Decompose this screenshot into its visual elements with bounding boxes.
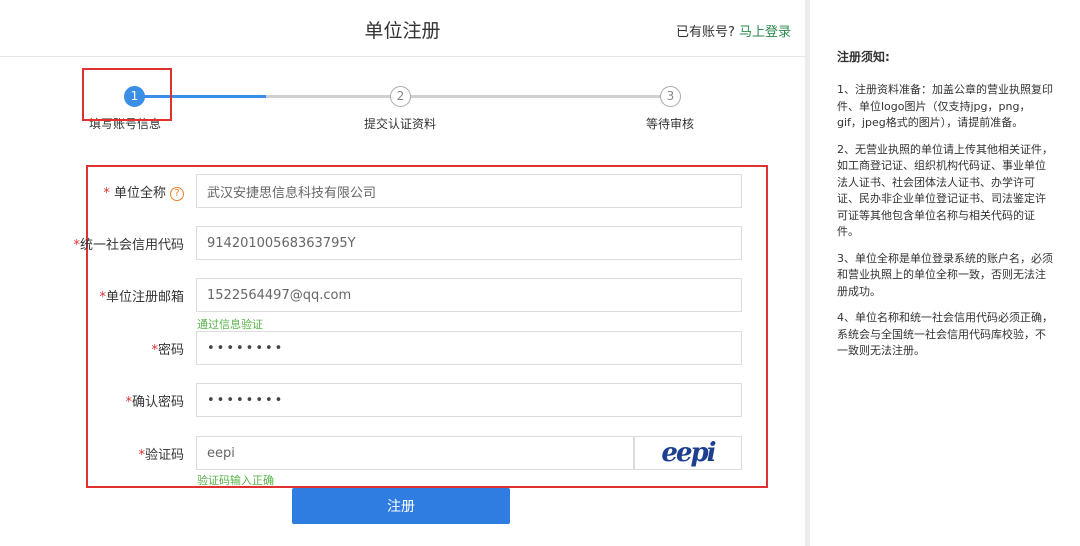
question-icon[interactable]: ? [170, 187, 184, 201]
company-name-row: * 单位全称? [0, 173, 805, 209]
notice-item: 1、注册资料准备：加盖公章的营业执照复印件、单位logo图片（仅支持jpg，pn… [837, 83, 1053, 129]
page-header: 单位注册 已有账号? 马上登录 [0, 0, 805, 57]
step-highlight-box [82, 68, 172, 121]
captcha-row: *验证码 eepi [0, 435, 805, 471]
login-link[interactable]: 马上登录 [739, 25, 791, 40]
confirm-password-row: *确认密码 [0, 382, 805, 418]
captcha-image[interactable]: eepi [634, 436, 742, 470]
email-label: *单位注册邮箱 [99, 290, 184, 305]
notice-panel: 注册须知: 1、注册资料准备：加盖公章的营业执照复印件、单位logo图片（仅支持… [810, 0, 1080, 546]
password-label: *密码 [151, 343, 184, 358]
step-line-pending [266, 95, 670, 98]
company-name-input[interactable] [196, 174, 742, 208]
register-button[interactable]: 注册 [292, 488, 510, 524]
credit-code-row: *统一社会信用代码 [0, 225, 805, 261]
notice-item: 3、单位全称是单位登录系统的账户名，必须和营业执照上的单位全称一致，否则无法注册… [837, 251, 1053, 298]
login-prompt: 已有账号? [675, 25, 735, 40]
credit-code-input[interactable] [196, 226, 742, 260]
notice-title: 注册须知: [837, 50, 890, 64]
notice-item: 4、单位名称和统一社会信用代码必须正确，系统会与全国统一社会信用代码库校验，不一… [837, 311, 1053, 357]
step-3-circle: 3 [660, 86, 681, 107]
password-input[interactable] [196, 331, 742, 365]
email-input[interactable] [196, 278, 742, 312]
step-2-label: 提交认证资料 [363, 117, 436, 131]
captcha-validation-message: 验证码输入正确 [197, 474, 274, 487]
credit-code-label: *统一社会信用代码 [73, 238, 184, 253]
step-2-circle: 2 [390, 86, 411, 107]
captcha-input[interactable] [196, 436, 634, 470]
confirm-password-input[interactable] [196, 383, 742, 417]
captcha-text: eepi [661, 438, 716, 468]
captcha-label: *验证码 [138, 448, 184, 463]
company-name-label: * 单位全称? [60, 182, 184, 201]
required-mark: * [103, 186, 110, 201]
notice-item: 2、无营业执照的单位请上传其他相关证件，如工商登记证、组织机构代码证、事业单位法… [837, 142, 1053, 239]
confirm-password-label: *确认密码 [125, 395, 184, 410]
step-3-label: 等待审核 [645, 117, 694, 131]
email-row: *单位注册邮箱 [0, 277, 805, 313]
password-row: *密码 [0, 330, 805, 366]
login-hint: 已有账号? 马上登录 [676, 21, 791, 40]
registration-panel: 单位注册 已有账号? 马上登录 1 2 3 填写账号信息 提交认证资料 等待审核… [0, 0, 805, 546]
